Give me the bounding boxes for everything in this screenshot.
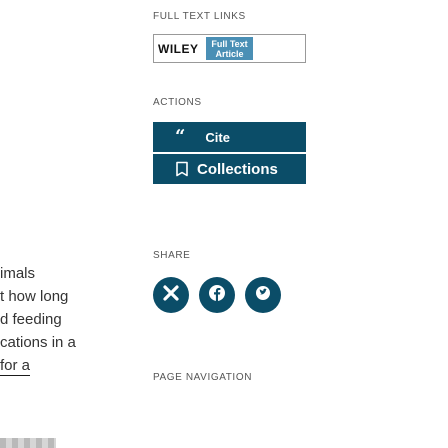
cite-button[interactable]: “ Cite — [153, 122, 306, 152]
wiley-full-text-link[interactable]: WILEY Full Text Article — [153, 34, 306, 63]
actions-heading: ACTIONS — [153, 97, 202, 108]
collections-label: Collections — [197, 160, 278, 178]
twitter-icon — [254, 284, 272, 307]
share-buttons — [153, 277, 281, 313]
full-text-article-badge: Full Text Article — [206, 37, 253, 60]
badge-line-2: Article — [215, 48, 244, 59]
full-text-links-heading: FULL TEXT LINKS — [153, 11, 246, 22]
quote-icon: “ — [175, 126, 186, 147]
cite-label: Cite — [205, 129, 230, 145]
abstract-line: d feeding — [0, 311, 62, 328]
twitter-share-button[interactable] — [245, 277, 281, 313]
facebook-share-button[interactable] — [199, 277, 235, 313]
email-share-button[interactable] — [153, 277, 189, 313]
abstract-line: cations in a — [0, 334, 76, 351]
abstract-link[interactable]: for a — [0, 357, 31, 376]
article-abstract-fragment: imals t how long d feeding cations in a … — [0, 262, 104, 377]
bookmark-icon — [175, 161, 189, 177]
facebook-icon — [208, 284, 226, 307]
abstract-line: t how long — [0, 288, 69, 305]
badge-line-1: Full Text — [211, 38, 248, 49]
email-icon — [162, 284, 180, 307]
page-navigation-heading: PAGE NAVIGATION — [153, 372, 253, 383]
abstract-line: imals — [0, 265, 36, 282]
figure-thumbnail — [0, 438, 56, 448]
collections-button[interactable]: Collections — [153, 154, 306, 184]
share-heading: SHARE — [153, 250, 191, 261]
wiley-logo: WILEY — [158, 42, 199, 56]
